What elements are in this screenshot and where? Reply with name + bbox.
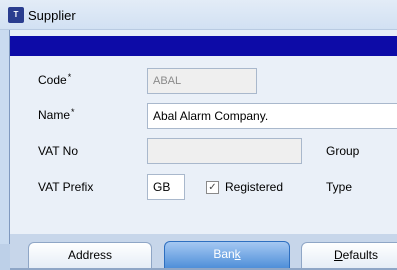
code-label: Code* [38,72,72,87]
tab-bank-accesskey: k [234,247,241,261]
vat-no-field[interactable] [147,138,302,164]
tab-defaults-accesskey: D [333,248,343,262]
registered-checkbox[interactable]: ✓ [206,181,219,194]
supplier-form: Code* ABAL Name* Abal Alarm Company. VAT… [10,56,397,270]
vat-no-label: VAT No [38,144,79,158]
name-field[interactable]: Abal Alarm Company. [147,103,397,129]
vat-prefix-label: VAT Prefix [38,180,94,194]
type-label: Type [326,180,353,194]
tab-bank-label: Bank [213,247,240,261]
registered-label: Registered [225,180,284,194]
tab-bar: Address Bank Defaults [10,234,397,270]
tab-defaults[interactable]: Defaults [301,242,397,268]
required-mark: * [71,107,75,117]
tab-address[interactable]: Address [28,242,152,268]
tab-defaults-label: Defaults [334,248,378,262]
required-mark: * [67,72,72,82]
window-title: Supplier [28,8,76,23]
name-label-text: Name [38,108,71,122]
title-bar: T Supplier [0,0,397,30]
tab-defaults-label-text: efaults [342,248,379,262]
name-label: Name* [38,107,75,122]
tab-address-label: Address [67,248,113,262]
code-label-text: Code [38,73,67,87]
app-icon: T [8,7,24,23]
header-strip [10,36,397,56]
code-field[interactable]: ABAL [147,68,257,94]
tab-bank-label-text: Ban [213,247,235,261]
content-frame: Code* ABAL Name* Abal Alarm Company. VAT… [9,30,397,270]
supplier-window: T Supplier Code* ABAL Name* Abal Alarm C… [0,0,397,270]
vat-prefix-field[interactable]: GB [147,174,185,200]
group-label: Group [326,144,360,158]
tab-bank[interactable]: Bank [164,241,290,268]
